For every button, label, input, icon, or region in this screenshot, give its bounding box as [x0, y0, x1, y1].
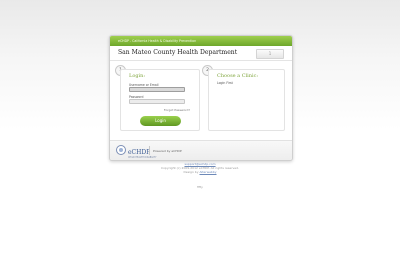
footer-divider: [149, 146, 150, 155]
clinic-panel: Choose a Clinic: Login First: [208, 69, 285, 131]
login-button[interactable]: Login: [140, 116, 181, 126]
header-button[interactable]: 1: [256, 49, 284, 59]
logo-globe-icon: [116, 145, 126, 155]
design-prefix: Design by: [183, 170, 199, 174]
logo-subtitle: CHILD HEALTH DISABILITY: [128, 155, 157, 159]
footer-tag: fifty: [197, 185, 203, 189]
password-input[interactable]: [129, 99, 185, 104]
app-title-bar: eCHDP - California Health & Disability P…: [110, 36, 292, 46]
logo-name: eCHDP: [128, 148, 151, 156]
login-panel: Login: Username or Email Password Forgot…: [120, 69, 200, 131]
powered-by-text: Powered by eCHDP: [153, 149, 182, 153]
username-input[interactable]: [129, 87, 185, 92]
echdp-logo: eCHDP CHILD HEALTH DISABILITY: [116, 144, 157, 159]
designer-link[interactable]: Alterwebby: [199, 170, 216, 174]
forgot-password-link[interactable]: Forgot Password?: [164, 108, 190, 112]
card-footer: eCHDP CHILD HEALTH DISABILITY Powered by…: [110, 140, 292, 160]
clinic-heading: Choose a Clinic:: [217, 73, 259, 79]
page-header: San Mateo County Health Department 1: [110, 46, 292, 61]
login-card: eCHDP - California Health & Disability P…: [109, 35, 293, 161]
login-heading: Login:: [129, 73, 146, 79]
design-credit: Design by Alterwebby: [0, 170, 400, 174]
login-first-text: Login First: [217, 81, 233, 85]
page-title: San Mateo County Health Department: [118, 49, 238, 56]
